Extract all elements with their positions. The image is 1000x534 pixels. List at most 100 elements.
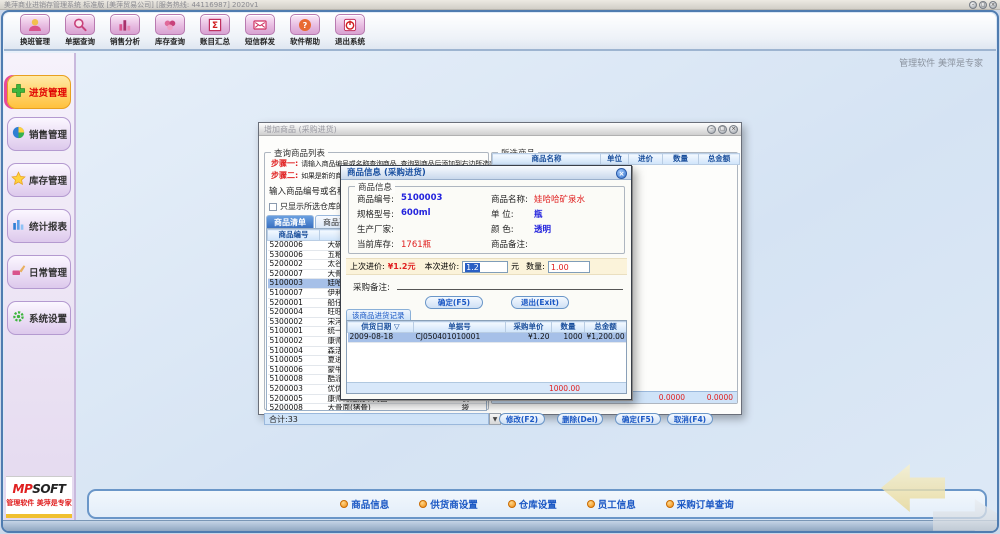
exit-button[interactable]: 退出(Exit) bbox=[511, 296, 569, 309]
toolbar-button[interactable]: 库存查询 bbox=[149, 14, 191, 48]
app-window: 美萍商业进销存管理系统 标准版 [美萍贸易公司] [服务热线: 44116987… bbox=[0, 0, 1000, 534]
column-header[interactable]: 单位 bbox=[601, 154, 629, 165]
link-label: 员工信息 bbox=[598, 497, 636, 511]
toolbar-button[interactable]: 退出系统 bbox=[329, 14, 371, 48]
price-input[interactable]: 1.2 bbox=[462, 261, 508, 273]
bullet-icon bbox=[419, 500, 427, 508]
minimize-icon[interactable]: – bbox=[707, 125, 716, 134]
window-title: 美萍商业进销存管理系统 标准版 [美萍贸易公司] [服务热线: 44116987… bbox=[4, 1, 258, 9]
column-header[interactable]: 供货日期 ▽ bbox=[348, 322, 414, 333]
toolbar: 换班管理单据查询销售分析库存查询Σ账目汇总短信群发?软件帮助退出系统 bbox=[4, 13, 996, 51]
price-entry-row: 上次进价: ¥1.2元 本次进价: 1.2 元 数量: 1.00 bbox=[346, 258, 627, 275]
color-value: 透明 bbox=[534, 223, 551, 235]
link-warehouse-setup[interactable]: 仓库设置 bbox=[508, 497, 557, 511]
bottom-shortcut-bar: 商品信息 供货商设置 仓库设置 员工信息 采购订单查询 bbox=[87, 489, 987, 519]
toolbar-button-label: 软件帮助 bbox=[290, 36, 320, 47]
maximize-icon[interactable]: ▢ bbox=[718, 125, 727, 134]
column-header[interactable]: 总金额 bbox=[699, 154, 740, 165]
sidebar-item[interactable]: 统计报表 bbox=[7, 209, 71, 243]
sidebar-item[interactable]: 日常管理 bbox=[7, 255, 71, 289]
toolbar-button[interactable]: 短信群发 bbox=[239, 14, 281, 48]
cancel-button[interactable]: 取消(F4) bbox=[667, 413, 713, 425]
warehouse-filter-checkbox[interactable] bbox=[269, 203, 277, 211]
column-header[interactable]: 数量 bbox=[663, 154, 699, 165]
minimize-icon[interactable]: – bbox=[969, 1, 977, 9]
toolbar-button[interactable]: 换班管理 bbox=[14, 14, 56, 48]
toolbar-button-label: 账目汇总 bbox=[200, 36, 230, 47]
sum-icon: Σ bbox=[200, 14, 230, 35]
delete-button[interactable]: 删除(Del) bbox=[557, 413, 603, 425]
maximize-icon[interactable]: ▢ bbox=[979, 1, 987, 9]
table-row[interactable]: 2009-08-18CJ050401010001¥1.201000¥1,200.… bbox=[348, 333, 627, 343]
confirm-button[interactable]: 确定(F5) bbox=[425, 296, 483, 309]
yuan-suffix: 元 bbox=[511, 261, 519, 272]
toolbar-button[interactable]: 单据查询 bbox=[59, 14, 101, 48]
close-icon[interactable]: × bbox=[729, 125, 738, 134]
group-legend: 商品信息 bbox=[355, 181, 395, 193]
qty-label: 数量: bbox=[526, 261, 545, 272]
row-code: 5200003 bbox=[268, 384, 320, 394]
qty-input[interactable]: 1.00 bbox=[548, 261, 590, 273]
pie-icon bbox=[11, 125, 26, 143]
sidebar-item[interactable]: 销售管理 bbox=[7, 117, 71, 151]
column-header[interactable]: 总金额 bbox=[585, 322, 627, 333]
window-controls: –▢× bbox=[969, 1, 997, 9]
link-product-info[interactable]: 商品信息 bbox=[340, 497, 389, 511]
sidebar-item[interactable]: 系统设置 bbox=[7, 301, 71, 335]
name-label: 商品名称: bbox=[491, 193, 528, 205]
sidebar-item[interactable]: 库存管理 bbox=[7, 163, 71, 197]
amount-total: 0.0000 bbox=[707, 392, 733, 404]
tab-1[interactable]: 商品清单 bbox=[266, 215, 314, 228]
column-header[interactable]: 单据号 bbox=[414, 322, 506, 333]
toolbar-button[interactable]: 销售分析 bbox=[104, 14, 146, 48]
column-header[interactable]: 进价 bbox=[629, 154, 663, 165]
link-employee-info[interactable]: 员工信息 bbox=[587, 497, 636, 511]
stock-label: 当前库存: bbox=[357, 238, 394, 250]
sidebar-item-label: 库存管理 bbox=[29, 173, 67, 187]
toolbar-button[interactable]: Σ账目汇总 bbox=[194, 14, 236, 48]
toolbar-button-label: 库存查询 bbox=[155, 36, 185, 47]
purchase-history-tab[interactable]: 该商品进货记录 bbox=[346, 309, 411, 320]
brand-logo: MPSOFT 管理软件 美萍是专家 bbox=[6, 476, 72, 518]
toolbar-button[interactable]: ?软件帮助 bbox=[284, 14, 326, 48]
unit-value: 瓶 bbox=[534, 208, 543, 220]
column-header[interactable]: 商品编号 bbox=[268, 230, 320, 241]
sidebar-item-label: 销售管理 bbox=[29, 127, 67, 141]
sidebar-item[interactable]: 进货管理 bbox=[7, 75, 71, 109]
spec-value: 600ml bbox=[401, 208, 431, 218]
toolbar-button-label: 单据查询 bbox=[65, 36, 95, 47]
toolbar-button-label: 短信群发 bbox=[245, 36, 275, 47]
dialog-controls: –▢× bbox=[707, 125, 738, 134]
edit-button[interactable]: 修改(F2) bbox=[499, 413, 545, 425]
row-code: 5100002 bbox=[268, 336, 320, 346]
row-code: 5200004 bbox=[268, 308, 320, 318]
column-header[interactable]: 商品名称 bbox=[493, 154, 601, 165]
spec-label: 规格型号: bbox=[357, 208, 394, 220]
window-titlebar: 美萍商业进销存管理系统 标准版 [美萍贸易公司] [服务热线: 44116987… bbox=[0, 0, 1000, 10]
row-code: 5200001 bbox=[268, 298, 320, 308]
code-label: 商品编号: bbox=[357, 193, 394, 205]
logo-mp: MP bbox=[13, 482, 33, 496]
sidebar: MPSOFT 管理软件 美萍是专家 进货管理销售管理库存管理统计报表日常管理系统… bbox=[4, 53, 76, 522]
row-code: 5100007 bbox=[268, 288, 320, 298]
table-row[interactable]: 5200008大骨面(猪骨)袋 bbox=[268, 404, 488, 411]
exit-icon bbox=[335, 14, 365, 35]
close-icon[interactable]: × bbox=[989, 1, 997, 9]
confirm-button[interactable]: 确定(F5) bbox=[615, 413, 661, 425]
link-purchase-order-query[interactable]: 采购订单查询 bbox=[666, 497, 734, 511]
note-input[interactable] bbox=[397, 289, 623, 290]
link-supplier-setup[interactable]: 供货商设置 bbox=[419, 497, 478, 511]
history-cell: ¥1,200.00 bbox=[585, 333, 627, 343]
clerk-icon bbox=[20, 14, 50, 35]
memo-label: 商品备注: bbox=[491, 238, 528, 250]
column-header[interactable]: 采购单价 bbox=[506, 322, 552, 333]
column-header[interactable]: 数量 bbox=[552, 322, 585, 333]
close-icon[interactable]: × bbox=[616, 168, 627, 179]
history-cell: CJ050401010001 bbox=[414, 333, 506, 343]
step2-label: 步骤二: bbox=[271, 170, 298, 181]
row-code: 5300002 bbox=[268, 317, 320, 327]
color-label: 颜 色: bbox=[491, 223, 514, 235]
row-code: 5100005 bbox=[268, 356, 320, 366]
row-code: 5300006 bbox=[268, 250, 320, 260]
note-label: 采购备注: bbox=[353, 281, 390, 293]
